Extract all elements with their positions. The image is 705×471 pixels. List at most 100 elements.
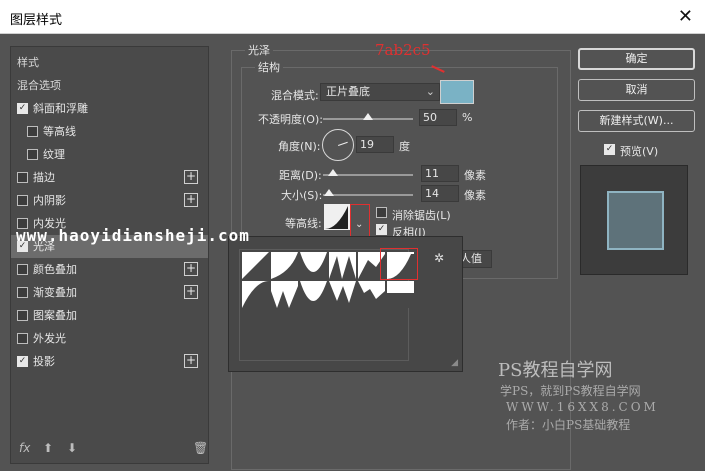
chevron-down-icon: ⌄ (425, 85, 435, 98)
size-slider-thumb[interactable] (324, 189, 335, 196)
add-icon[interactable]: + (184, 170, 198, 184)
add-icon[interactable]: + (184, 193, 198, 207)
blend-mode-select[interactable]: 正片叠底 ⌄ (320, 83, 440, 101)
contour-preset[interactable] (300, 252, 327, 279)
style-item-color-overlay[interactable]: 颜色叠加 + (11, 258, 208, 281)
opacity-unit: % (462, 111, 473, 124)
url-watermark: www.haoyidiansheji.com (16, 226, 250, 245)
site-watermark: PS教程自学网 (498, 360, 613, 381)
checkbox[interactable] (17, 333, 28, 344)
preview-checkbox[interactable]: ✓ (604, 144, 615, 155)
contour-preset[interactable] (300, 281, 327, 308)
add-icon[interactable]: + (184, 285, 198, 299)
author-watermark: 作者：小白PS基础教程 (506, 418, 631, 432)
style-item-texture[interactable]: 纹理 (11, 143, 208, 166)
checkbox[interactable] (17, 310, 28, 321)
fx-icon[interactable]: fx (19, 441, 30, 455)
satin-color-swatch[interactable] (440, 80, 474, 104)
antialias-checkbox[interactable] (376, 207, 387, 218)
style-item-label: 斜面和浮雕 (33, 102, 88, 115)
gear-icon[interactable]: ✲ (434, 251, 444, 265)
title-bar: 图层样式 ✕ (0, 0, 705, 34)
styles-list: 样式 混合选项 ✓ 斜面和浮雕 等高线 纹理 描边 + 内阴影 + 内发光 ✓ … (10, 46, 209, 464)
blend-options-label: 混合选项 (17, 79, 61, 92)
angle-dial[interactable] (322, 129, 354, 161)
checkbox[interactable] (17, 195, 28, 206)
contour-picker-button[interactable]: ⌄ (350, 204, 370, 238)
cancel-button[interactable]: 取消 (578, 79, 695, 101)
styles-header-label: 样式 (17, 56, 39, 69)
size-unit: 像素 (464, 189, 486, 202)
checkbox[interactable] (27, 126, 38, 137)
contour-preset[interactable] (271, 252, 298, 279)
dialog-body: 样式 混合选项 ✓ 斜面和浮雕 等高线 纹理 描边 + 内阴影 + 内发光 ✓ … (0, 34, 705, 471)
blend-options-item[interactable]: 混合选项 (11, 74, 208, 97)
styles-toolbar: fx ⬆ ⬇ 🗑 (11, 435, 208, 463)
contour-label: 等高线: (285, 217, 322, 230)
distance-unit: 像素 (464, 169, 486, 182)
contour-preset[interactable] (242, 252, 269, 279)
blend-mode-label: 混合模式: (271, 89, 319, 102)
structure-group-title: 结构 (255, 59, 283, 75)
checkbox[interactable] (17, 264, 28, 275)
reset-default-label: 人值 (460, 252, 482, 265)
preview-label: 预览(V) (620, 145, 659, 158)
angle-label: 角度(N): (278, 140, 321, 153)
angle-dial-hand (338, 141, 348, 146)
style-item-label: 颜色叠加 (33, 263, 77, 276)
contour-preset[interactable] (387, 281, 414, 308)
style-item-label: 外发光 (33, 332, 66, 345)
style-item-label: 投影 (33, 355, 55, 368)
checkbox[interactable]: ✓ (17, 356, 28, 367)
checkbox[interactable]: ✓ (17, 103, 28, 114)
style-item-contour[interactable]: 等高线 (11, 120, 208, 143)
style-preview-thumbnail (607, 191, 664, 250)
contour-preset[interactable] (358, 281, 385, 308)
distance-input[interactable]: 11 (421, 165, 459, 182)
style-item-pattern-overlay[interactable]: 图案叠加 (11, 304, 208, 327)
color-annotation: 7ab2c5 (375, 41, 431, 59)
selected-contour-highlight (380, 248, 418, 280)
checkbox[interactable] (27, 149, 38, 160)
contour-preset[interactable] (329, 281, 356, 308)
style-item-stroke[interactable]: 描边 + (11, 166, 208, 189)
blend-mode-value: 正片叠底 (326, 85, 370, 98)
move-down-icon[interactable]: ⬇ (67, 441, 77, 455)
contour-preset[interactable] (242, 281, 269, 308)
checkbox[interactable] (17, 172, 28, 183)
add-icon[interactable]: + (184, 354, 198, 368)
styles-header[interactable]: 样式 (11, 51, 208, 74)
style-item-label: 纹理 (43, 148, 65, 161)
opacity-input[interactable]: 50 (419, 109, 457, 126)
style-item-bevel[interactable]: ✓ 斜面和浮雕 (11, 97, 208, 120)
ok-button[interactable]: 确定 (578, 48, 695, 70)
contour-preset[interactable] (271, 281, 298, 308)
style-item-label: 等高线 (43, 125, 76, 138)
checkbox[interactable] (17, 287, 28, 298)
move-up-icon[interactable]: ⬆ (43, 441, 53, 455)
distance-label: 距离(D): (279, 169, 322, 182)
style-item-outer-glow[interactable]: 外发光 (11, 327, 208, 350)
angle-input[interactable]: 19 (356, 136, 394, 153)
style-item-gradient-overlay[interactable]: 渐变叠加 + (11, 281, 208, 304)
style-item-drop-shadow[interactable]: ✓ 投影 + (11, 350, 208, 373)
style-item-label: 图案叠加 (33, 309, 77, 322)
close-icon[interactable]: ✕ (678, 6, 693, 27)
style-item-inner-shadow[interactable]: 内阴影 + (11, 189, 208, 212)
style-item-label: 渐变叠加 (33, 286, 77, 299)
domain-watermark: WWW.16XX8.COM (506, 400, 659, 414)
add-icon[interactable]: + (184, 262, 198, 276)
opacity-label: 不透明度(O): (258, 113, 323, 126)
resize-grip-icon[interactable]: ◢ (451, 358, 458, 368)
contour-preset[interactable] (329, 252, 356, 279)
distance-slider-thumb[interactable] (327, 169, 338, 176)
trash-icon[interactable]: 🗑 (193, 441, 208, 455)
contour-preview[interactable] (324, 204, 350, 230)
opacity-slider-thumb[interactable] (363, 113, 373, 120)
size-input[interactable]: 14 (421, 185, 459, 202)
invert-checkbox[interactable]: ✓ (376, 224, 387, 235)
new-style-button[interactable]: 新建样式(W)... (578, 110, 695, 132)
size-slider-track[interactable] (323, 194, 413, 196)
angle-unit: 度 (399, 140, 410, 153)
size-label: 大小(S): (281, 189, 323, 202)
